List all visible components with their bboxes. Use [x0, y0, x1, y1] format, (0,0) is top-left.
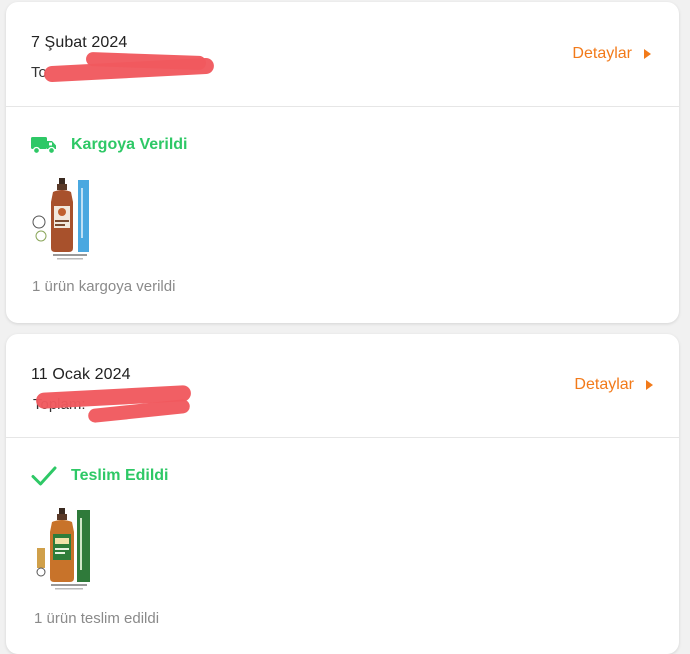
product-image[interactable] [31, 508, 97, 592]
details-link[interactable]: Detaylar [572, 45, 651, 63]
order-date: 11 Ocak 2024 [31, 366, 131, 383]
details-link-label: Detaylar [572, 45, 632, 62]
order-date: 7 Şubat 2024 [31, 34, 128, 51]
details-link[interactable]: Detaylar [574, 376, 653, 394]
caret-right-icon [644, 49, 651, 59]
check-icon [31, 466, 57, 486]
order-summary: 1 ürün teslim edildi [34, 610, 160, 627]
details-link-label: Detaylar [574, 376, 634, 393]
order-summary: 1 ürün kargoya verildi [32, 278, 176, 295]
order-card[interactable]: 11 Ocak 2024 Toplam: Detaylar Teslim Edi… [6, 334, 679, 654]
order-status: Kargoya Verildi [31, 136, 188, 154]
order-card-header: 11 Ocak 2024 Toplam: Detaylar [6, 334, 679, 438]
order-status: Teslim Edildi [31, 466, 169, 486]
caret-right-icon [646, 380, 653, 390]
order-card[interactable]: 7 Şubat 2024 To Detaylar Kargoya Verildi [6, 2, 679, 323]
status-label: Kargoya Verildi [71, 136, 188, 153]
order-card-header: 7 Şubat 2024 To Detaylar [6, 2, 679, 107]
truck-icon [31, 137, 56, 154]
status-label: Teslim Edildi [71, 467, 169, 484]
product-image[interactable] [31, 178, 97, 262]
